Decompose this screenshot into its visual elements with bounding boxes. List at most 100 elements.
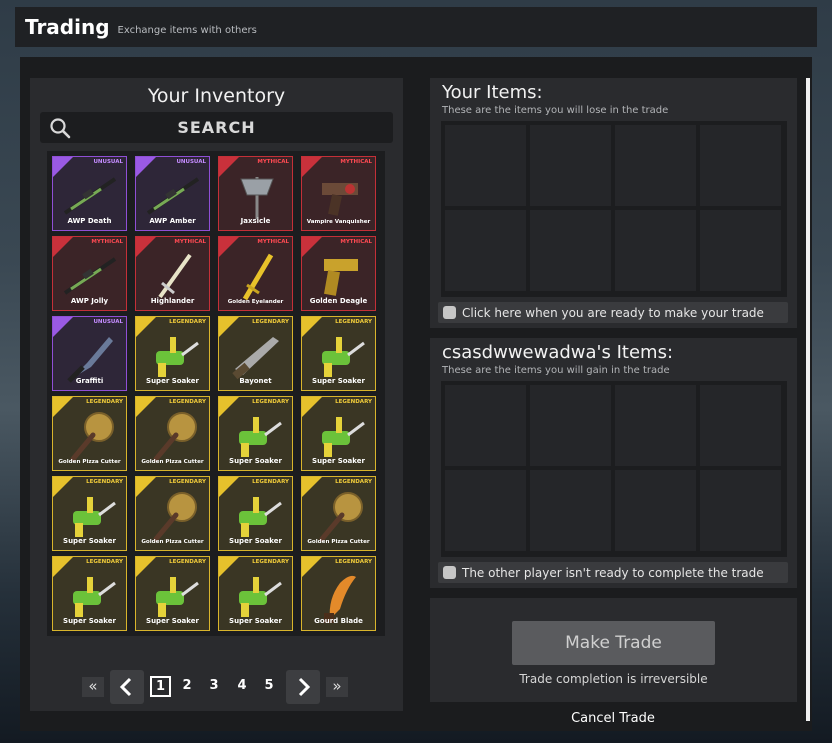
trade-slot[interactable] xyxy=(530,210,611,291)
water-gun-icon xyxy=(322,337,365,377)
inventory-item[interactable]: MYTHICAL Golden Deagle xyxy=(301,236,376,311)
next-page-button[interactable] xyxy=(286,670,320,704)
trade-slot[interactable] xyxy=(700,210,781,291)
inventory-item[interactable]: MYTHICAL Jaxsicle xyxy=(218,156,293,231)
inventory-item[interactable]: LEGENDARY Super Soaker xyxy=(135,556,210,631)
first-page-button[interactable]: « xyxy=(82,677,104,697)
their-items-heading: csasdwwewadwa's Items: xyxy=(442,342,674,363)
inventory-item[interactable]: LEGENDARY Super Soaker xyxy=(52,476,127,551)
make-trade-button[interactable]: Make Trade xyxy=(512,621,715,665)
page-2[interactable]: 2 xyxy=(178,678,196,693)
last-page-button[interactable]: » xyxy=(326,677,348,697)
item-name: Super Soaker xyxy=(229,537,282,545)
inventory-item[interactable]: MYTHICAL Highlander xyxy=(135,236,210,311)
rarity-badge: MYTHICAL xyxy=(340,159,372,165)
water-gun-icon xyxy=(239,577,282,617)
search-input[interactable]: SEARCH xyxy=(40,112,393,143)
item-name: Super Soaker xyxy=(63,617,116,625)
water-gun-icon xyxy=(239,497,282,537)
item-name: AWP Jolly xyxy=(70,297,109,305)
item-name: Golden Pizza Cutter xyxy=(58,459,121,465)
pizza-cutter-icon xyxy=(153,412,197,462)
pizza-cutter-icon xyxy=(70,412,114,462)
inventory-item[interactable]: LEGENDARY Super Soaker xyxy=(301,316,376,391)
item-name: Jaxsicle xyxy=(240,217,271,225)
item-name: Golden Pizza Cutter xyxy=(141,459,204,465)
rarity-badge: LEGENDARY xyxy=(86,399,123,405)
inventory-item[interactable]: LEGENDARY Super Soaker xyxy=(218,556,293,631)
page-1[interactable]: 1 xyxy=(150,676,171,697)
rarity-badge: LEGENDARY xyxy=(86,479,123,485)
item-name: Bayonet xyxy=(239,377,272,385)
rarity-badge: UNUSUAL xyxy=(176,159,206,165)
page-5[interactable]: 5 xyxy=(260,678,278,693)
trade-slot[interactable] xyxy=(615,125,696,206)
rarity-badge: LEGENDARY xyxy=(335,399,372,405)
title-bar: Trading Exchange items with others xyxy=(15,7,817,47)
trade-slot[interactable] xyxy=(700,125,781,206)
awp-rifle-icon xyxy=(63,257,117,295)
pizza-cutter-icon xyxy=(153,492,197,542)
inventory-item[interactable]: LEGENDARY Gourd Blade xyxy=(301,556,376,631)
rarity-badge: LEGENDARY xyxy=(86,559,123,565)
scrollbar[interactable] xyxy=(806,78,810,721)
trading-window: Your Inventory SEARCH UNUSUAL AWP Death UN… xyxy=(20,57,812,731)
golden-sword-icon xyxy=(242,253,274,301)
rarity-badge: LEGENDARY xyxy=(252,479,289,485)
trade-slot[interactable] xyxy=(615,210,696,291)
chevron-right-icon xyxy=(298,677,311,697)
inventory-item[interactable]: LEGENDARY Golden Pizza Cutter xyxy=(135,396,210,471)
item-name: Super Soaker xyxy=(312,377,365,385)
inventory-grid: UNUSUAL AWP Death UNUSUAL AWP Amber MYTHICAL… xyxy=(47,151,385,636)
inventory-item[interactable]: LEGENDARY Bayonet xyxy=(218,316,293,391)
their-ready-label: The other player isn't ready to complete… xyxy=(462,565,764,580)
trade-slot xyxy=(445,385,526,466)
your-ready-toggle[interactable]: Click here when you are ready to make yo… xyxy=(438,302,788,323)
rarity-badge: LEGENDARY xyxy=(252,559,289,565)
trade-slot[interactable] xyxy=(445,210,526,291)
inventory-heading: Your Inventory xyxy=(147,85,286,107)
inventory-item[interactable]: UNUSUAL AWP Amber xyxy=(135,156,210,231)
inventory-item[interactable]: UNUSUAL AWP Death xyxy=(52,156,127,231)
item-name: Golden Deagle xyxy=(309,297,368,305)
item-name: Super Soaker xyxy=(146,617,199,625)
trade-slot[interactable] xyxy=(530,125,611,206)
page-subtitle: Exchange items with others xyxy=(117,24,257,36)
search-label: SEARCH xyxy=(177,118,256,137)
item-name: Gourd Blade xyxy=(314,617,363,625)
inventory-item[interactable]: LEGENDARY Golden Pizza Cutter xyxy=(301,476,376,551)
rarity-badge: LEGENDARY xyxy=(252,319,289,325)
item-name: Golden Eyelander xyxy=(227,299,284,305)
water-gun-icon xyxy=(73,577,116,617)
trade-slot[interactable] xyxy=(445,125,526,206)
prev-page-button[interactable] xyxy=(110,670,144,704)
inventory-item[interactable]: LEGENDARY Golden Pizza Cutter xyxy=(52,396,127,471)
inventory-item[interactable]: UNUSUAL Graffiti xyxy=(52,316,127,391)
water-gun-icon xyxy=(156,337,199,377)
page-4[interactable]: 4 xyxy=(233,678,251,693)
rarity-badge: MYTHICAL xyxy=(340,239,372,245)
pizza-cutter-icon xyxy=(319,492,363,542)
trade-slot xyxy=(530,470,611,551)
inventory-item[interactable]: LEGENDARY Super Soaker xyxy=(52,556,127,631)
inventory-item[interactable]: LEGENDARY Super Soaker xyxy=(135,316,210,391)
inventory-item[interactable]: LEGENDARY Super Soaker xyxy=(218,476,293,551)
rarity-badge: MYTHICAL xyxy=(257,239,289,245)
sword-icon xyxy=(158,253,192,299)
item-name: Vampire Vanquisher xyxy=(306,219,371,225)
inventory-item[interactable]: LEGENDARY Super Soaker xyxy=(218,396,293,471)
page-3[interactable]: 3 xyxy=(205,678,223,693)
inventory-item[interactable]: MYTHICAL AWP Jolly xyxy=(52,236,127,311)
bayonet-icon xyxy=(232,337,279,380)
your-items-heading: Your Items: xyxy=(442,82,543,103)
rarity-badge: UNUSUAL xyxy=(93,319,123,325)
inventory-item[interactable]: MYTHICAL Vampire Vanquisher xyxy=(301,156,376,231)
ready-checkbox[interactable] xyxy=(443,306,456,319)
item-name: Golden Pizza Cutter xyxy=(141,539,204,545)
rarity-badge: MYTHICAL xyxy=(257,159,289,165)
inventory-item[interactable]: LEGENDARY Super Soaker xyxy=(301,396,376,471)
inventory-item[interactable]: LEGENDARY Golden Pizza Cutter xyxy=(135,476,210,551)
inventory-item[interactable]: MYTHICAL Golden Eyelander xyxy=(218,236,293,311)
cancel-trade-button[interactable]: Cancel Trade xyxy=(547,711,679,726)
pagination: « 1 2 3 4 5 » xyxy=(82,670,362,704)
